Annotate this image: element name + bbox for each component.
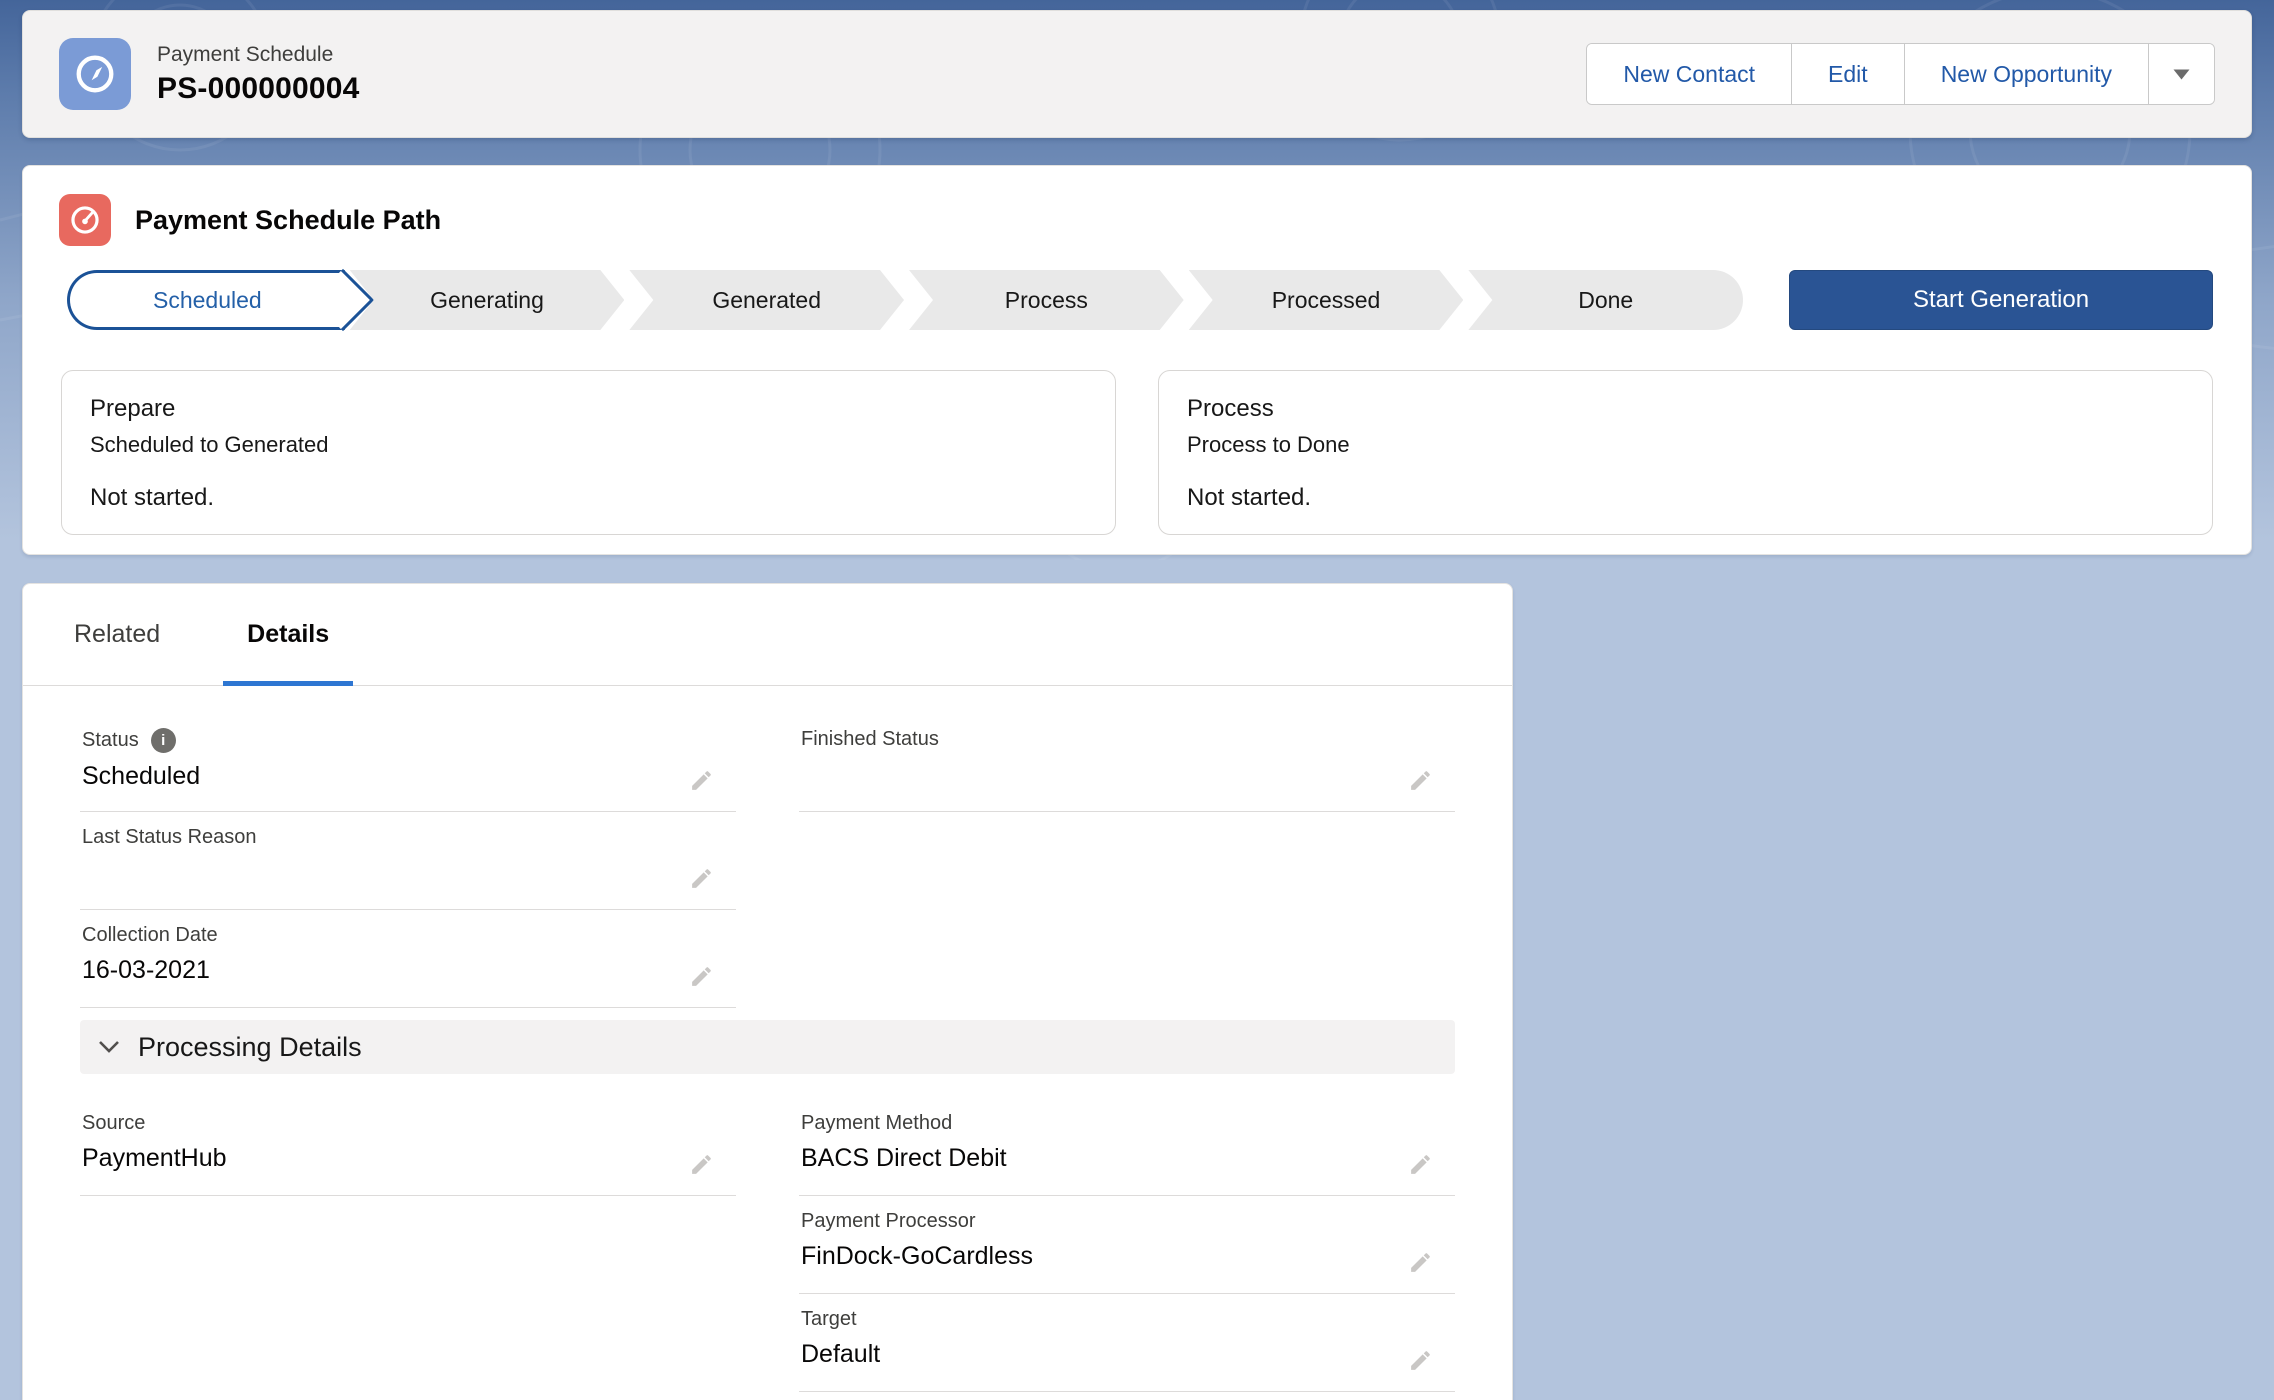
page: Payment Schedule PS-000000004 New Contac… bbox=[0, 0, 2274, 1400]
empty-cell bbox=[799, 812, 1455, 910]
panel-status: Not started. bbox=[90, 484, 1087, 512]
field-source: Source PaymentHub bbox=[80, 1098, 736, 1196]
new-contact-button[interactable]: New Contact bbox=[1587, 44, 1791, 104]
section-title: Processing Details bbox=[138, 1032, 362, 1063]
edit-pencil-icon[interactable] bbox=[1408, 1348, 1433, 1373]
start-generation-button[interactable]: Start Generation bbox=[1789, 270, 2213, 330]
path-stage-process[interactable]: Process bbox=[909, 270, 1184, 330]
field-payment-processor-label: Payment Processor bbox=[801, 1210, 1455, 1233]
path-row: Scheduled Generating Generated Process P… bbox=[67, 270, 2213, 330]
field-finished-status: Finished Status bbox=[799, 714, 1455, 812]
panel-subtitle: Process to Done bbox=[1187, 432, 2184, 458]
field-payment-method-value: BACS Direct Debit bbox=[801, 1144, 1455, 1173]
field-status-value: Scheduled bbox=[82, 762, 736, 791]
tab-details[interactable]: Details bbox=[223, 584, 353, 685]
field-target: Target Default bbox=[799, 1294, 1455, 1392]
path-guidance-panels: Prepare Scheduled to Generated Not start… bbox=[61, 370, 2213, 535]
field-payment-method-label: Payment Method bbox=[801, 1112, 1455, 1135]
path-card-icon bbox=[59, 194, 111, 246]
edit-pencil-icon[interactable] bbox=[1408, 768, 1433, 793]
field-status: Status i Scheduled bbox=[80, 714, 736, 812]
path-stage-generated[interactable]: Generated bbox=[629, 270, 904, 330]
field-payment-processor-value: FinDock-GoCardless bbox=[801, 1242, 1455, 1271]
field-collection-date-value: 16-03-2021 bbox=[82, 956, 736, 985]
path-card-header: Payment Schedule Path bbox=[23, 166, 2251, 246]
panel-status: Not started. bbox=[1187, 484, 2184, 512]
payment-schedule-entity-icon bbox=[59, 38, 131, 110]
field-status-label: Status i bbox=[82, 728, 736, 753]
field-last-status-reason: Last Status Reason bbox=[80, 812, 736, 910]
field-last-status-reason-label: Last Status Reason bbox=[82, 826, 736, 849]
empty-cell bbox=[799, 910, 1455, 1008]
edit-pencil-icon[interactable] bbox=[1408, 1250, 1433, 1275]
chevron-down-icon bbox=[98, 1040, 120, 1054]
chevron-down-icon bbox=[2173, 69, 2190, 80]
edit-pencil-icon[interactable] bbox=[689, 964, 714, 989]
field-collection-date-label: Collection Date bbox=[82, 924, 736, 947]
empty-cell bbox=[80, 1196, 736, 1294]
process-panel: Process Process to Done Not started. bbox=[1158, 370, 2213, 535]
edit-pencil-icon[interactable] bbox=[689, 768, 714, 793]
path-card-title: Payment Schedule Path bbox=[135, 205, 441, 236]
path-stage-processed[interactable]: Processed bbox=[1189, 270, 1464, 330]
field-target-value: Default bbox=[801, 1340, 1455, 1369]
record-header: Payment Schedule PS-000000004 New Contac… bbox=[22, 10, 2252, 138]
field-source-value: PaymentHub bbox=[82, 1144, 736, 1173]
field-payment-processor: Payment Processor FinDock-GoCardless bbox=[799, 1196, 1455, 1294]
entity-label: Payment Schedule bbox=[157, 42, 360, 68]
record-header-meta: Payment Schedule PS-000000004 bbox=[157, 42, 360, 105]
path-stage-done[interactable]: Done bbox=[1468, 270, 1743, 330]
record-detail-card: Related Details Status i Scheduled Finis… bbox=[22, 583, 1513, 1400]
record-tabs: Related Details bbox=[23, 584, 1512, 686]
processing-details-section-header[interactable]: Processing Details bbox=[80, 1020, 1455, 1074]
info-icon[interactable]: i bbox=[151, 728, 176, 753]
panel-title: Prepare bbox=[90, 393, 1087, 424]
field-target-label: Target bbox=[801, 1308, 1455, 1331]
field-collection-date: Collection Date 16-03-2021 bbox=[80, 910, 736, 1008]
compass-icon bbox=[72, 51, 118, 97]
path-stages: Scheduled Generating Generated Process P… bbox=[67, 270, 1743, 330]
panel-title: Process bbox=[1187, 393, 2184, 424]
new-opportunity-button[interactable]: New Opportunity bbox=[1904, 44, 2148, 104]
gauge-icon bbox=[68, 203, 102, 237]
record-actions: New Contact Edit New Opportunity bbox=[1586, 43, 2215, 105]
edit-pencil-icon[interactable] bbox=[1408, 1152, 1433, 1177]
path-stage-scheduled[interactable]: Scheduled bbox=[67, 270, 345, 330]
prepare-panel: Prepare Scheduled to Generated Not start… bbox=[61, 370, 1116, 535]
path-stage-generating[interactable]: Generating bbox=[350, 270, 625, 330]
field-source-label: Source bbox=[82, 1112, 736, 1135]
edit-pencil-icon[interactable] bbox=[689, 1152, 714, 1177]
detail-fields: Status i Scheduled Finished Status Last … bbox=[23, 686, 1512, 1392]
field-payment-method: Payment Method BACS Direct Debit bbox=[799, 1098, 1455, 1196]
edit-button[interactable]: Edit bbox=[1791, 44, 1904, 104]
panel-subtitle: Scheduled to Generated bbox=[90, 432, 1087, 458]
tab-related[interactable]: Related bbox=[50, 584, 184, 685]
field-finished-status-label: Finished Status bbox=[801, 728, 1455, 751]
edit-pencil-icon[interactable] bbox=[689, 866, 714, 891]
record-name: PS-000000004 bbox=[157, 72, 360, 106]
empty-cell bbox=[80, 1294, 736, 1392]
more-actions-button[interactable] bbox=[2148, 44, 2214, 104]
payment-schedule-path-card: Payment Schedule Path Scheduled Generati… bbox=[22, 165, 2252, 555]
